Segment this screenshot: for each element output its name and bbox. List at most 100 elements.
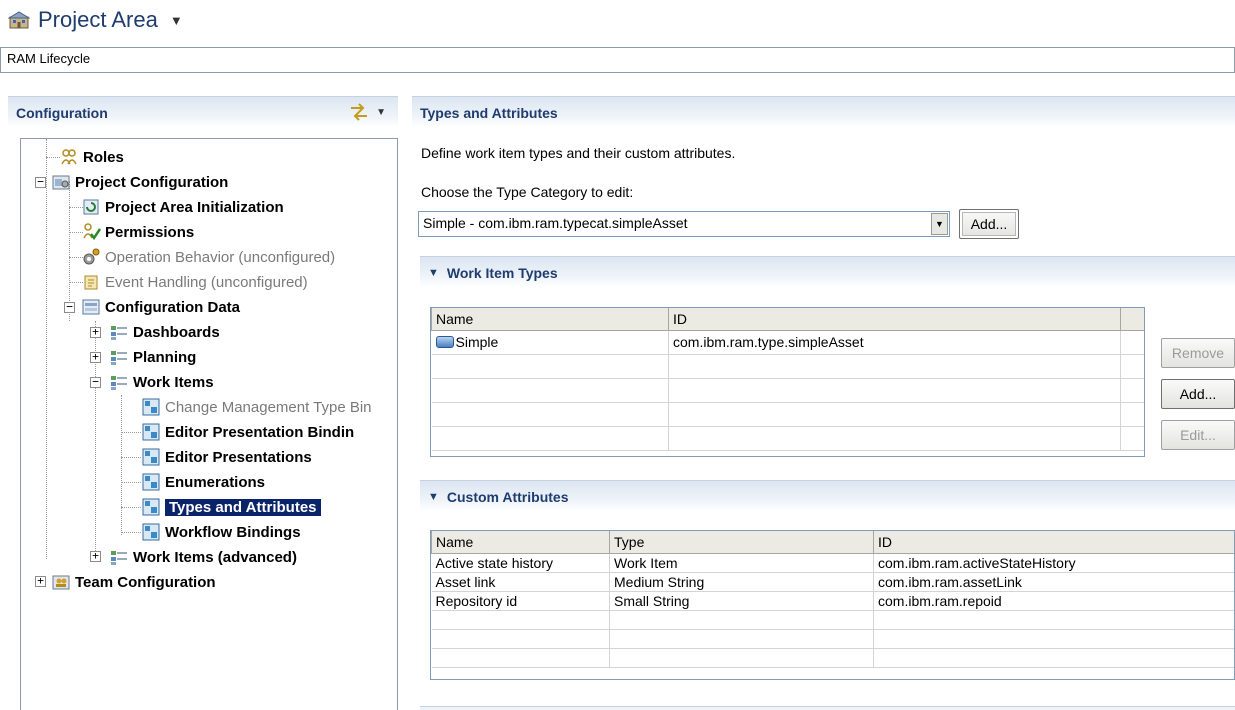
folder-icon — [111, 551, 127, 565]
tree-item-project-configuration[interactable]: Project Configuration — [51, 170, 228, 194]
operation-behavior-icon — [83, 248, 100, 265]
configuration-section-header: Configuration ▼ — [8, 96, 398, 128]
configuration-tree: − − + + − + + Roles Project Configuratio… — [20, 138, 398, 710]
roles-icon — [61, 149, 77, 165]
expand-toggle[interactable]: + — [90, 326, 101, 338]
dropdown-arrow-icon[interactable]: ▼ — [931, 213, 948, 235]
tree-item-event-handling[interactable]: Event Handling (unconfigured) — [81, 270, 308, 294]
work-item-types-section-header[interactable]: ▼ Work Item Types — [420, 256, 1235, 288]
tree-item-editor-presentations[interactable]: Editor Presentations — [141, 445, 312, 469]
table-header-row: Name ID — [431, 308, 1144, 331]
table-row[interactable]: Repository id Small String com.ibm.ram.r… — [431, 591, 1234, 611]
view-menu-dropdown-icon[interactable]: ▼ — [376, 107, 386, 118]
expand-toggle[interactable]: + — [90, 351, 101, 363]
remove-type-button[interactable]: Remove — [1161, 338, 1235, 368]
collapse-triangle-icon[interactable]: ▼ — [428, 267, 439, 279]
folder-icon — [111, 326, 127, 340]
tree-item-workflow-bindings[interactable]: Workflow Bindings — [141, 520, 301, 544]
project-configuration-icon — [52, 175, 70, 190]
config-element-icon — [142, 473, 160, 491]
permissions-icon — [83, 223, 101, 241]
collapse-toggle[interactable]: − — [64, 301, 75, 313]
attribute-type-cell: Work Item — [609, 553, 874, 573]
table-row — [431, 629, 1234, 649]
chevron-down-icon[interactable]: ▼ — [170, 13, 183, 28]
tree-item-dashboards[interactable]: Dashboards — [109, 320, 220, 344]
config-element-icon — [142, 423, 160, 441]
type-category-value: Simple - com.ibm.ram.typecat.simpleAsset — [423, 215, 688, 231]
expand-toggle[interactable]: + — [90, 550, 101, 562]
event-handling-icon — [84, 275, 98, 290]
tree-item-permissions[interactable]: Permissions — [81, 220, 194, 244]
column-header-id[interactable]: ID — [668, 308, 1121, 331]
tree-item-change-management-type-bindings[interactable]: Change Management Type Bin — [141, 395, 372, 419]
tree-item-planning[interactable]: Planning — [109, 345, 196, 369]
column-header-filler — [1120, 308, 1144, 331]
attribute-name-cell: Repository id — [431, 591, 610, 611]
type-category-select[interactable]: Simple - com.ibm.ram.typecat.simpleAsset… — [418, 211, 950, 237]
table-row[interactable]: Simple com.ibm.ram.type.simpleAsset — [431, 330, 1144, 355]
collapse-toggle[interactable]: − — [35, 176, 46, 188]
tree-item-enumerations[interactable]: Enumerations — [141, 470, 265, 494]
config-element-icon — [142, 448, 160, 466]
add-type-category-button[interactable]: Add... — [959, 209, 1019, 239]
table-row — [431, 648, 1234, 668]
work-item-type-name-cell: Simple — [431, 330, 669, 355]
types-attributes-title: Types and Attributes — [420, 104, 558, 121]
next-section-edge — [420, 706, 1235, 710]
custom-attributes-section-header[interactable]: ▼ Custom Attributes — [420, 480, 1235, 512]
table-row[interactable]: Active state history Work Item com.ibm.r… — [431, 553, 1234, 573]
work-item-type-icon — [435, 336, 454, 348]
config-element-icon — [142, 398, 160, 416]
add-type-button[interactable]: Add... — [1161, 379, 1235, 409]
custom-attributes-title: Custom Attributes — [446, 488, 569, 505]
team-configuration-icon — [52, 575, 70, 590]
column-header-id[interactable]: ID — [873, 531, 1234, 554]
config-element-icon — [142, 523, 160, 541]
attribute-type-cell: Medium String — [609, 572, 874, 592]
attribute-id-cell: com.ibm.ram.activeStateHistory — [873, 553, 1234, 573]
type-category-label: Choose the Type Category to edit: — [421, 184, 634, 200]
configuration-toolbar: ▼ — [348, 103, 386, 121]
tree-item-project-area-initialization[interactable]: Project Area Initialization — [81, 195, 284, 219]
column-header-type[interactable]: Type — [609, 531, 874, 554]
custom-attributes-table: Name Type ID Active state history Work I… — [430, 530, 1235, 680]
tree-item-work-items-advanced[interactable]: Work Items (advanced) — [109, 545, 297, 569]
collapse-toggle[interactable]: − — [90, 376, 101, 388]
project-name-field[interactable]: RAM Lifecycle — [0, 47, 1235, 73]
column-header-name[interactable]: Name — [431, 308, 669, 331]
tree-item-roles[interactable]: Roles — [59, 145, 124, 169]
tree-item-work-items[interactable]: Work Items — [109, 370, 214, 394]
attribute-id-cell: com.ibm.ram.assetLink — [873, 572, 1234, 592]
work-item-type-id-cell: com.ibm.ram.type.simpleAsset — [668, 330, 1121, 355]
table-row — [431, 354, 1144, 379]
config-element-icon — [142, 498, 160, 516]
table-header-row: Name Type ID — [431, 531, 1234, 554]
tree-item-editor-presentation-bindings[interactable]: Editor Presentation Bindin — [141, 420, 354, 444]
tree-item-configuration-data[interactable]: Configuration Data — [81, 295, 240, 319]
table-row — [431, 610, 1234, 630]
configuration-title: Configuration — [16, 104, 108, 121]
work-item-types-title: Work Item Types — [446, 264, 558, 281]
column-header-name[interactable]: Name — [431, 531, 610, 554]
attribute-type-cell: Small String — [609, 591, 874, 611]
project-area-icon — [8, 11, 30, 29]
tree-item-types-and-attributes[interactable]: Types and Attributes — [141, 495, 321, 519]
tree-item-team-configuration[interactable]: Team Configuration — [51, 570, 216, 594]
configuration-data-icon — [82, 299, 100, 315]
table-row — [431, 378, 1144, 403]
attribute-id-cell: com.ibm.ram.repoid — [873, 591, 1234, 611]
expand-toggle[interactable]: + — [35, 575, 46, 587]
tree-item-operation-behavior[interactable]: Operation Behavior (unconfigured) — [81, 245, 335, 269]
collapse-triangle-icon[interactable]: ▼ — [428, 491, 439, 503]
folder-icon — [111, 376, 127, 390]
link-with-editor-icon[interactable] — [348, 103, 370, 121]
types-attributes-section-header: Types and Attributes — [412, 96, 1235, 128]
section-description: Define work item types and their custom … — [421, 145, 736, 161]
initialization-icon — [83, 199, 99, 215]
table-row — [431, 402, 1144, 427]
page-title: Project Area — [38, 7, 158, 32]
table-row[interactable]: Asset link Medium String com.ibm.ram.ass… — [431, 572, 1234, 592]
edit-type-button[interactable]: Edit... — [1161, 420, 1235, 450]
editor-header: Project Area ▼ — [8, 4, 183, 36]
